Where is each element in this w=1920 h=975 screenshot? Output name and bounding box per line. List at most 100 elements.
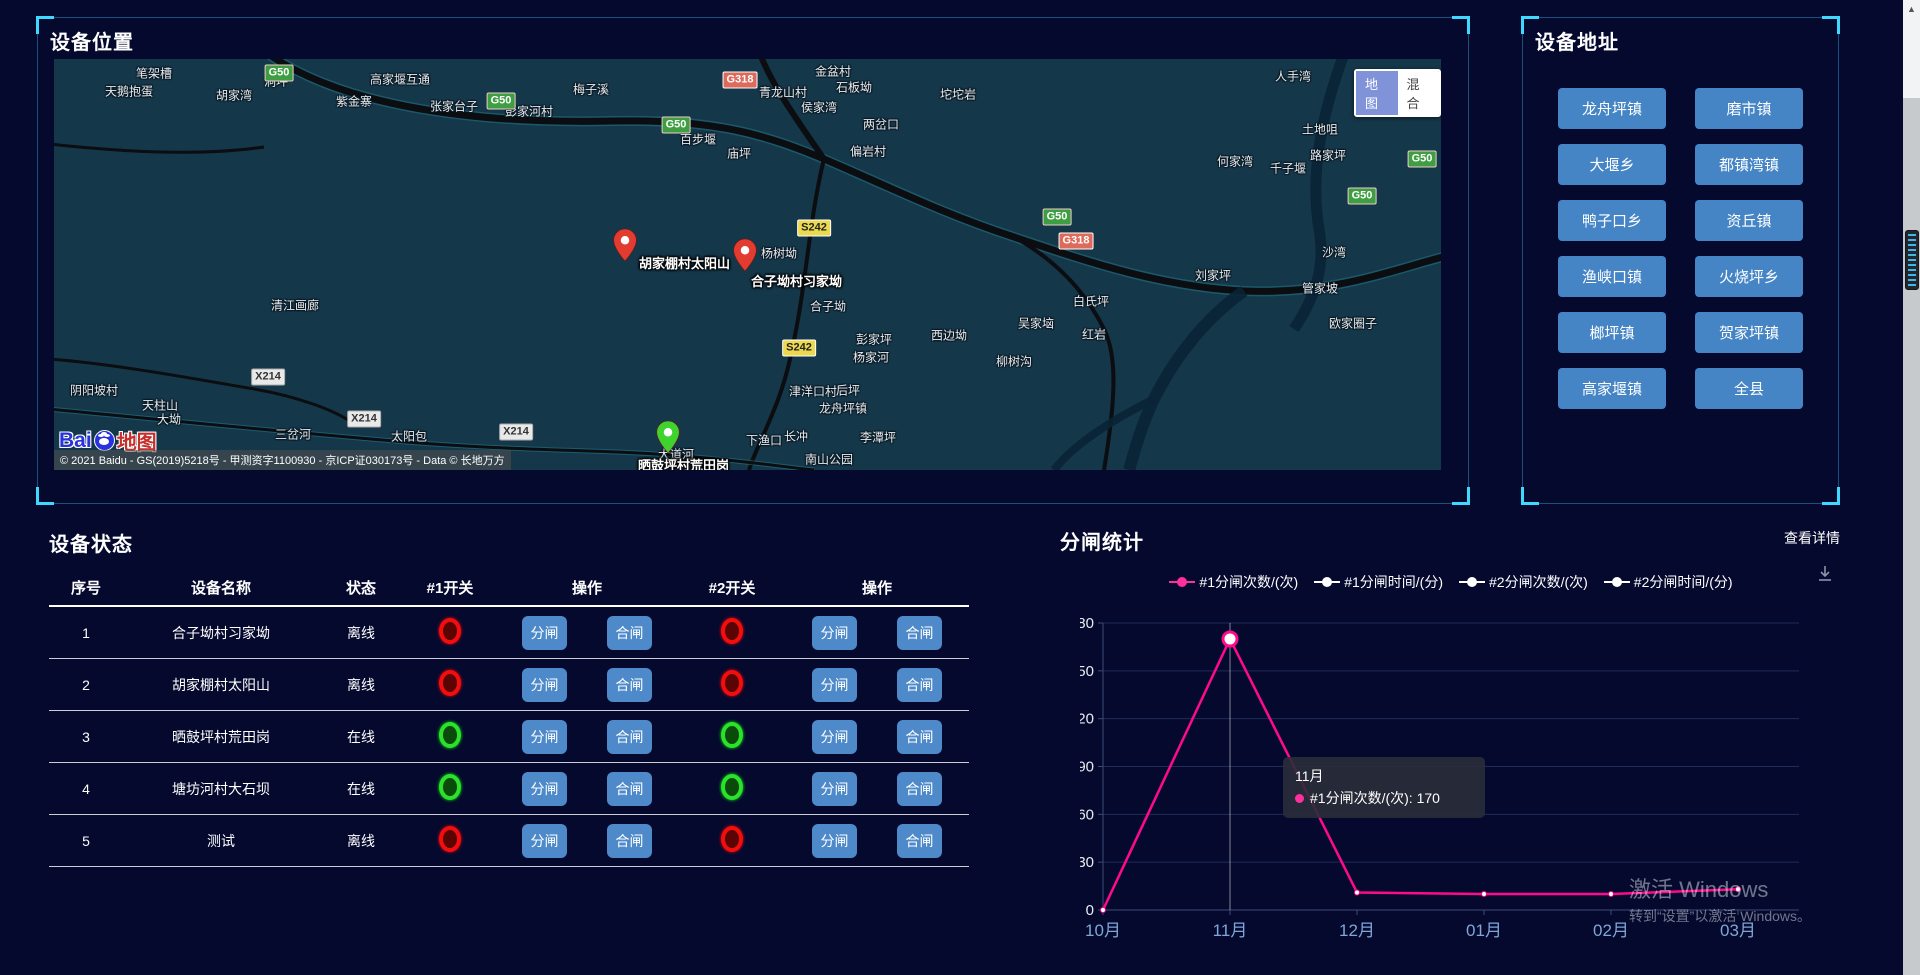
map-place-label: 刘家坪: [1195, 267, 1231, 284]
svg-text:01月: 01月: [1466, 921, 1502, 940]
address-button[interactable]: 大堰乡: [1558, 144, 1666, 185]
map-type-map-button[interactable]: 地图: [1356, 71, 1398, 115]
scrollbar-track-top: [1903, 0, 1920, 98]
chart-tooltip: 11月 #1分闸次数/(次): 170: [1283, 757, 1485, 818]
address-button[interactable]: 龙舟坪镇: [1558, 88, 1666, 129]
map-place-label: 阴阳坡村: [70, 382, 118, 399]
map-place-label: 笔架槽: [136, 65, 172, 82]
open-switch1-button[interactable]: 分闸: [522, 824, 567, 858]
map-place-label: 千子堰: [1270, 160, 1306, 177]
address-button[interactable]: 榔坪镇: [1558, 312, 1666, 353]
switch2-cell: [677, 722, 787, 751]
close-switch2-button[interactable]: 合闸: [897, 668, 942, 702]
open-switch2-button[interactable]: 分闸: [812, 772, 857, 806]
close-switch1-button[interactable]: 合闸: [607, 772, 652, 806]
scrollbar-thumb[interactable]: [1905, 230, 1919, 290]
open-switch2-button[interactable]: 分闸: [812, 668, 857, 702]
road-shield-S242: S242: [797, 220, 831, 237]
svg-text:60: 60: [1080, 806, 1094, 823]
address-button-grid: 龙舟坪镇磨市镇大堰乡都镇湾镇鸭子口乡资丘镇渔峡口镇火烧坪乡榔坪镇贺家坪镇高家堰镇…: [1558, 88, 1803, 409]
address-button[interactable]: 鸭子口乡: [1558, 200, 1666, 241]
svg-text:10月: 10月: [1085, 921, 1121, 940]
address-button[interactable]: 渔峡口镇: [1558, 256, 1666, 297]
map-pin-label: 合子坳村习家坳: [751, 271, 842, 290]
close-switch2-button[interactable]: 合闸: [897, 616, 942, 650]
map-place-label: 偏岩村: [850, 143, 886, 160]
address-button[interactable]: 高家堰镇: [1558, 368, 1666, 409]
road-shield-G50: G50: [662, 117, 691, 134]
page-scrollbar[interactable]: ▲: [1903, 0, 1920, 975]
panel-corner-decoration: [1822, 16, 1840, 34]
close-switch2-button[interactable]: 合闸: [897, 720, 942, 754]
address-button[interactable]: 资丘镇: [1695, 200, 1803, 241]
table-row: 2胡家棚村太阳山离线分闸合闸分闸合闸: [49, 659, 969, 711]
map-place-label: 李潭坪: [860, 429, 896, 446]
legend-item[interactable]: #2分闸时间/(分): [1604, 572, 1733, 592]
device-name: 测试: [123, 831, 319, 851]
device-name: 塘坊河村大石坝: [123, 779, 319, 799]
map-place-label: 土地咀: [1302, 121, 1338, 138]
map-pin-icon[interactable]: [733, 239, 757, 271]
legend-item[interactable]: #2分闸次数/(次): [1459, 572, 1588, 592]
scroll-up-arrow-icon[interactable]: ▲: [1903, 4, 1920, 14]
switch1-operations: 分闸 合闸: [497, 720, 677, 754]
device-status: 离线: [319, 623, 403, 643]
baidu-map[interactable]: 笔架槽洞坪高家堰互通梅子溪紫金寨天鹅抱蛋胡家湾张家台子彭家河村金盆村石板坳青龙山…: [54, 59, 1441, 470]
map-place-label: 沙湾: [1322, 244, 1346, 261]
column-header: 操作: [787, 577, 967, 598]
road-shield-X214: X214: [251, 369, 285, 386]
map-place-label: 梅子溪: [573, 81, 609, 98]
map-place-label: 路家坪: [1310, 147, 1346, 164]
column-header: #1开关: [403, 577, 497, 598]
switch2-operations: 分闸 合闸: [787, 772, 967, 806]
map-place-label: 杨家河: [853, 349, 889, 366]
map-place-label: 天柱山: [142, 397, 178, 414]
column-header: 设备名称: [123, 577, 319, 598]
device-status-section: 设备状态 序号设备名称状态#1开关操作#2开关操作 1合子坳村习家坳离线分闸合闸…: [49, 528, 969, 867]
legend-item[interactable]: #1分闸时间/(分): [1314, 572, 1443, 592]
address-button[interactable]: 火烧坪乡: [1695, 256, 1803, 297]
address-button[interactable]: 贺家坪镇: [1695, 312, 1803, 353]
road-shield-S242: S242: [782, 340, 816, 357]
map-place-label: 高家堰互通: [370, 71, 430, 88]
legend-marker: [1314, 577, 1340, 587]
close-switch1-button[interactable]: 合闸: [607, 616, 652, 650]
open-switch2-button[interactable]: 分闸: [812, 720, 857, 754]
legend-marker: [1169, 577, 1195, 587]
close-switch1-button[interactable]: 合闸: [607, 720, 652, 754]
map-pin-icon[interactable]: [613, 229, 637, 261]
road-shield-G50: G50: [265, 65, 294, 82]
svg-text:120: 120: [1080, 711, 1094, 728]
open-switch1-button[interactable]: 分闸: [522, 720, 567, 754]
legend-item[interactable]: #1分闸次数/(次): [1169, 572, 1298, 592]
road-shield-X214: X214: [347, 411, 381, 428]
chart-legend: #1分闸次数/(次) #1分闸时间/(分) #2分闸次数/(次) #2分闸时间/(分): [1060, 572, 1842, 592]
device-address-title: 设备地址: [1535, 26, 1619, 55]
open-switch1-button[interactable]: 分闸: [522, 616, 567, 650]
map-place-label: 津洋口村: [789, 383, 837, 400]
open-switch1-button[interactable]: 分闸: [522, 772, 567, 806]
map-type-hybrid-button[interactable]: 混合: [1398, 71, 1440, 115]
road-shield-G50: G50: [1348, 188, 1377, 205]
address-button[interactable]: 磨市镇: [1695, 88, 1803, 129]
close-switch2-button[interactable]: 合闸: [897, 772, 942, 806]
column-header: 序号: [49, 577, 123, 598]
close-switch1-button[interactable]: 合闸: [607, 824, 652, 858]
address-button[interactable]: 都镇湾镇: [1695, 144, 1803, 185]
switch2-indicator: [721, 774, 743, 800]
close-switch1-button[interactable]: 合闸: [607, 668, 652, 702]
map-pin-icon[interactable]: [656, 421, 680, 453]
close-switch2-button[interactable]: 合闸: [897, 824, 942, 858]
table-row: 5测试离线分闸合闸分闸合闸: [49, 815, 969, 867]
open-switch2-button[interactable]: 分闸: [812, 824, 857, 858]
row-number: 4: [49, 781, 123, 797]
map-place-label: 三岔河: [275, 426, 311, 443]
open-switch1-button[interactable]: 分闸: [522, 668, 567, 702]
address-button[interactable]: 全县: [1695, 368, 1803, 409]
map-place-label: 金盆村: [815, 63, 851, 80]
open-switch2-button[interactable]: 分闸: [812, 616, 857, 650]
legend-label: #2分闸时间/(分): [1634, 572, 1733, 592]
switch1-operations: 分闸 合闸: [497, 668, 677, 702]
view-details-link[interactable]: 查看详情: [1784, 528, 1840, 548]
switch2-cell: [677, 774, 787, 803]
